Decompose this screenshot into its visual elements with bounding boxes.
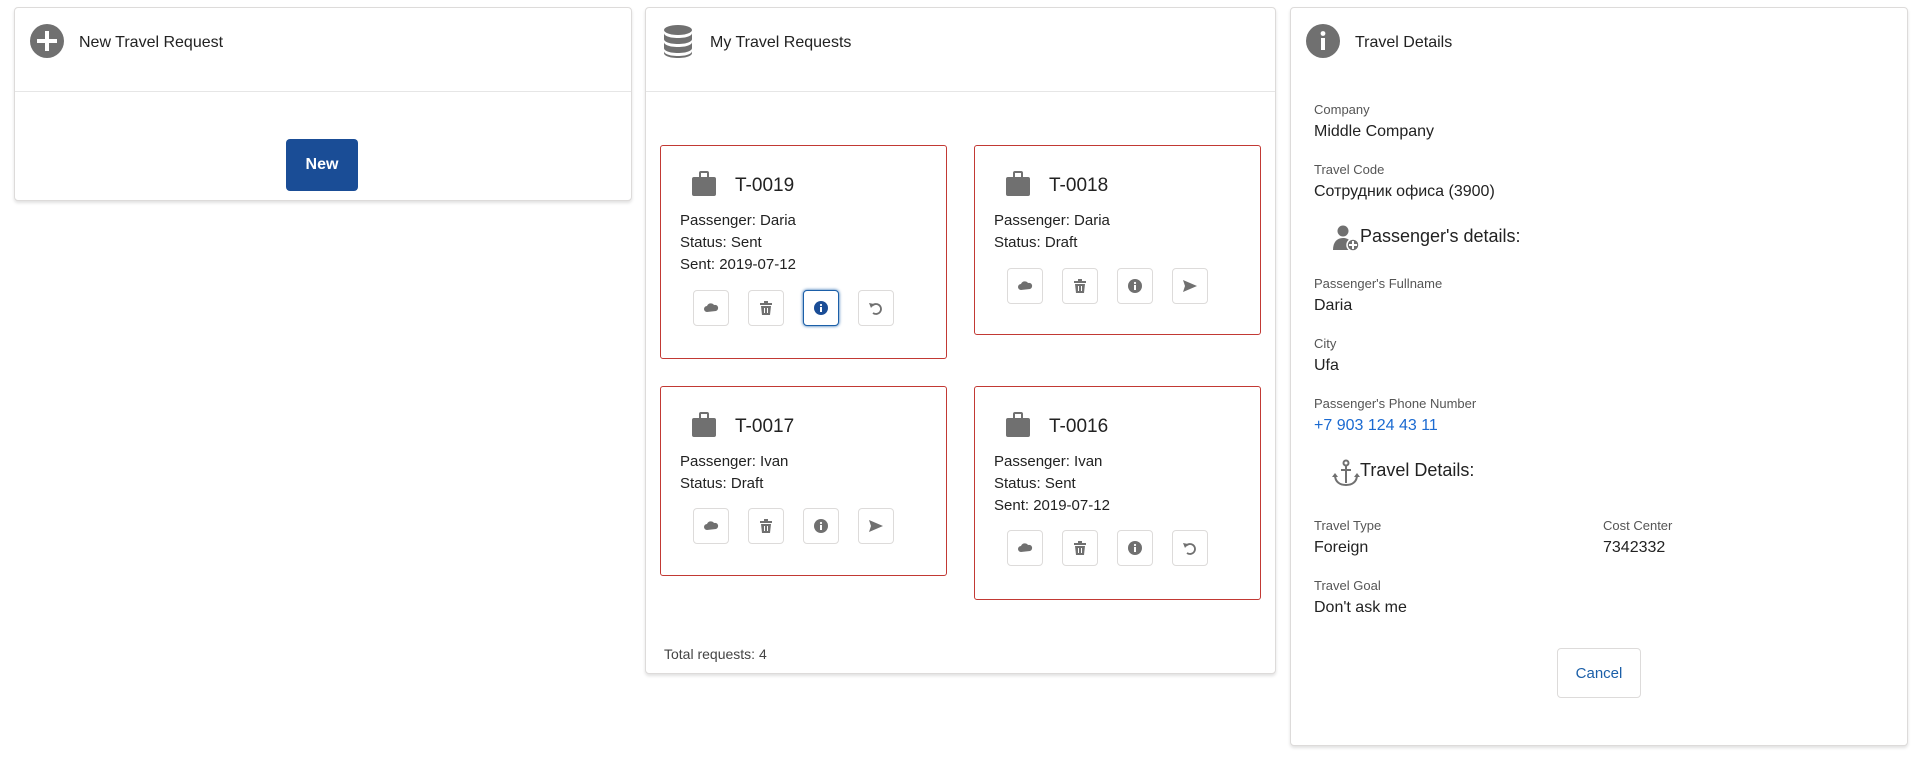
travel-type-value: Foreign <box>1314 539 1369 556</box>
trash-icon <box>760 301 772 315</box>
panel-title: My Travel Requests <box>710 34 852 51</box>
cloud-icon <box>704 521 719 530</box>
anchor-icon <box>1332 459 1360 487</box>
travel-section-title: Travel Details: <box>1360 460 1475 480</box>
travel-details-panel: Travel Details Company Middle Company Tr… <box>1290 7 1908 746</box>
info-icon <box>1128 279 1142 293</box>
delete-button[interactable] <box>1062 530 1098 566</box>
briefcase-icon <box>692 412 716 437</box>
fullname-label: Passenger's Fullname <box>1314 276 1443 291</box>
total-requests: Total requests: 4 <box>664 646 767 662</box>
request-tile: T-0017 Passenger: Ivan Status: Draft <box>660 386 947 576</box>
send-icon <box>869 520 883 532</box>
briefcase-icon <box>692 171 716 196</box>
travel-code-value: Сотрудник офиса (3900) <box>1314 183 1495 200</box>
request-tile: T-0016 Passenger: Ivan Status: Sent Sent… <box>974 386 1261 600</box>
fullname-value: Daria <box>1314 297 1353 314</box>
phone-label: Passenger's Phone Number <box>1314 396 1477 411</box>
cloud-button[interactable] <box>1007 530 1043 566</box>
cloud-icon <box>1018 543 1033 552</box>
trash-icon <box>1074 279 1086 293</box>
company-label: Company <box>1314 102 1370 117</box>
city-label: City <box>1314 336 1337 351</box>
request-code: T-0016 <box>1049 416 1109 437</box>
undo-icon <box>1183 543 1196 555</box>
info-button[interactable] <box>1117 530 1153 566</box>
city-value: Ufa <box>1314 357 1339 374</box>
passenger-text: Passenger: Daria <box>680 212 796 229</box>
divider <box>646 91 1275 92</box>
travel-code-label: Travel Code <box>1314 162 1385 177</box>
delete-button[interactable] <box>748 290 784 326</box>
travel-type-label: Travel Type <box>1314 518 1382 533</box>
request-tile: T-0019 Passenger: Daria Status: Sent Sen… <box>660 145 947 359</box>
briefcase-icon <box>1006 171 1030 196</box>
delete-button[interactable] <box>748 508 784 544</box>
send-button[interactable] <box>858 508 894 544</box>
cloud-icon <box>1018 281 1033 290</box>
request-code: T-0017 <box>735 416 795 437</box>
info-icon <box>1306 24 1340 58</box>
delete-button[interactable] <box>1062 268 1098 304</box>
divider <box>15 91 631 92</box>
cloud-button[interactable] <box>1007 268 1043 304</box>
send-icon <box>1183 280 1197 292</box>
trash-icon <box>1074 541 1086 555</box>
status-text: Status: Draft <box>994 234 1078 251</box>
travel-requests-panel: My Travel Requests T-0019 Passenger: Dar… <box>645 7 1276 674</box>
recall-button[interactable] <box>858 290 894 326</box>
trash-icon <box>760 519 772 533</box>
travel-goal-label: Travel Goal <box>1314 578 1381 593</box>
info-button[interactable] <box>803 508 839 544</box>
add-user-icon <box>1333 225 1360 252</box>
cloud-button[interactable] <box>693 290 729 326</box>
briefcase-icon <box>1006 412 1030 437</box>
travel-requests-header: My Travel Requests <box>646 8 1275 86</box>
add-icon <box>30 24 64 58</box>
status-text: Status: Draft <box>680 475 764 492</box>
passenger-text: Passenger: Ivan <box>994 453 1103 470</box>
status-text: Status: Sent <box>680 234 762 251</box>
passenger-text: Passenger: Ivan <box>680 453 789 470</box>
request-tile: T-0018 Passenger: Daria Status: Draft <box>974 145 1261 335</box>
passenger-text: Passenger: Daria <box>994 212 1110 229</box>
company-value: Middle Company <box>1314 123 1435 140</box>
status-text: Status: Sent <box>994 475 1076 492</box>
cloud-icon <box>704 303 719 312</box>
cost-center-label: Cost Center <box>1603 518 1673 533</box>
info-icon <box>1128 541 1142 555</box>
cloud-button[interactable] <box>693 508 729 544</box>
new-request-header: New Travel Request <box>15 8 631 86</box>
sent-date-text: Sent: 2019-07-12 <box>994 497 1110 514</box>
cost-center-value: 7342332 <box>1603 539 1666 556</box>
new-request-panel: New Travel Request New <box>14 7 632 201</box>
request-code: T-0018 <box>1049 175 1109 196</box>
undo-icon <box>869 303 882 315</box>
sent-date-text: Sent: 2019-07-12 <box>680 256 796 273</box>
info-icon <box>814 519 828 533</box>
panel-title: New Travel Request <box>79 34 224 51</box>
cancel-button[interactable]: Cancel <box>1557 648 1641 698</box>
travel-details-header: Travel Details <box>1291 8 1907 86</box>
info-icon <box>814 301 828 315</box>
info-button[interactable] <box>1117 268 1153 304</box>
passenger-section-title: Passenger's details: <box>1360 226 1521 246</box>
recall-button[interactable] <box>1172 530 1208 566</box>
travel-goal-value: Don't ask me <box>1314 599 1407 616</box>
new-button[interactable]: New <box>286 139 358 191</box>
database-icon <box>664 25 692 58</box>
request-code: T-0019 <box>735 175 795 196</box>
phone-link[interactable]: +7 903 124 43 11 <box>1314 417 1438 435</box>
send-button[interactable] <box>1172 268 1208 304</box>
panel-title: Travel Details <box>1355 34 1453 51</box>
info-button[interactable] <box>803 290 839 326</box>
